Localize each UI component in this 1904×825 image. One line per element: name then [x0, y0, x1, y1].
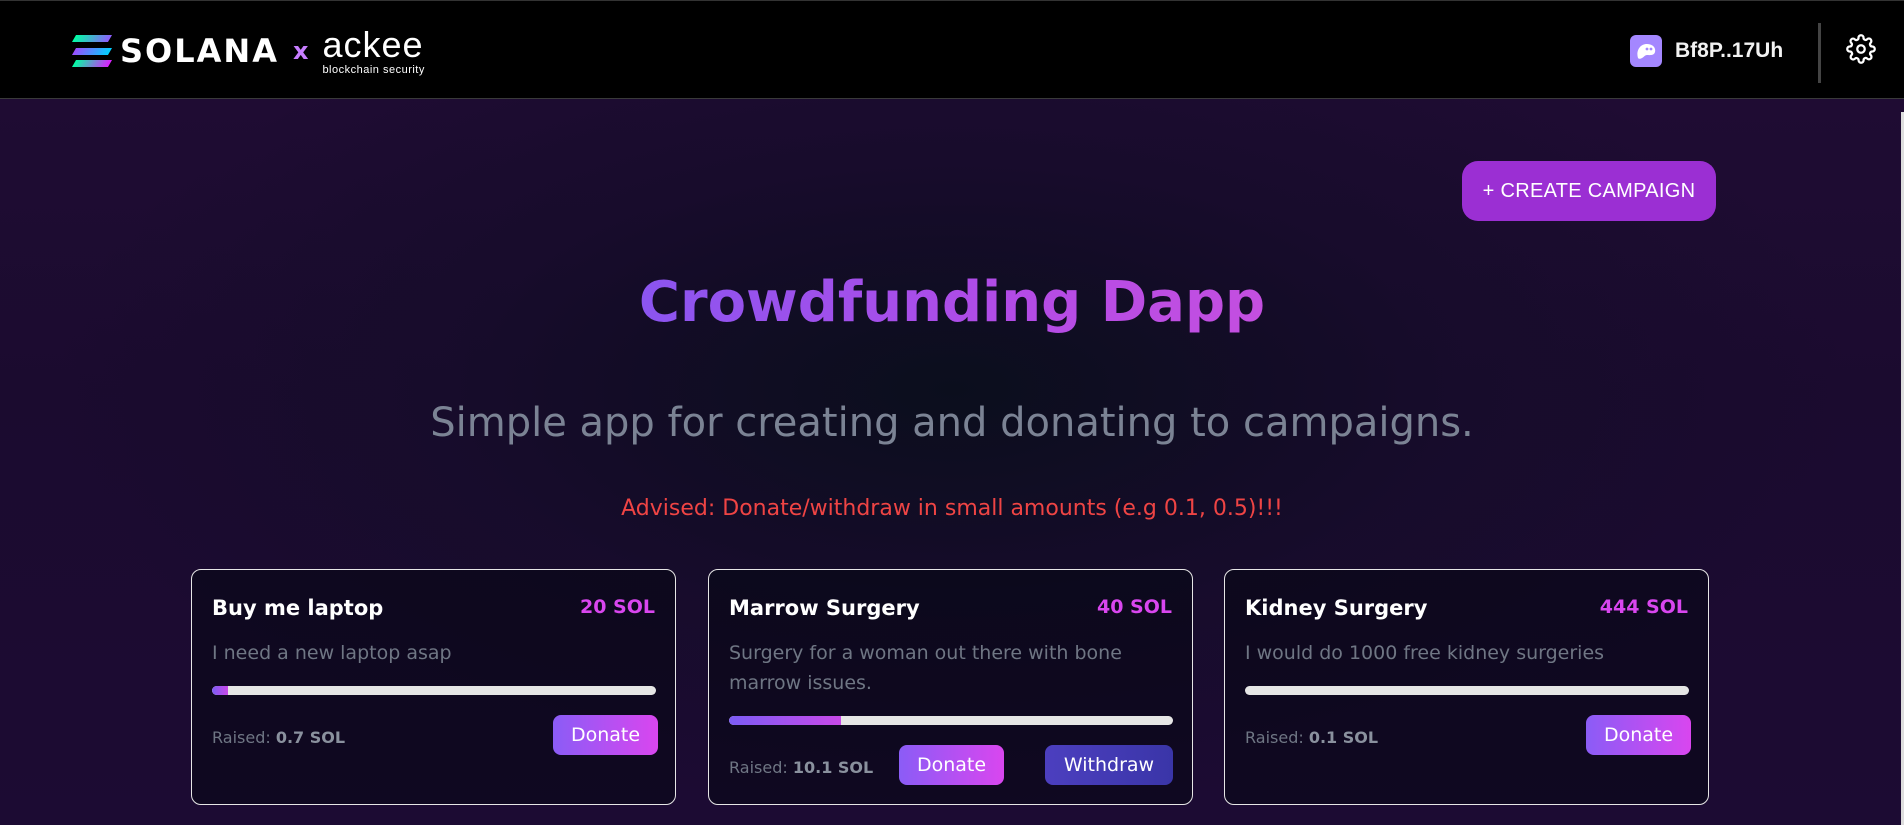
progress-bar: [1245, 686, 1689, 695]
progress-fill: [212, 686, 228, 695]
progress-bar: [729, 716, 1173, 725]
campaign-goal: 444 SOL: [1599, 596, 1688, 618]
campaign-name: Buy me laptop: [212, 596, 384, 620]
withdraw-button[interactable]: Withdraw: [1045, 745, 1173, 785]
ghost-wallet-icon: [1630, 35, 1662, 67]
campaign-name: Marrow Surgery: [729, 596, 920, 620]
ackee-tagline: blockchain security: [322, 63, 425, 76]
wallet-address: Bf8P..17Uh: [1675, 39, 1784, 62]
page-title-text: Crowdfunding Dapp: [638, 270, 1266, 335]
wallet-button[interactable]: Bf8P..17Uh: [1630, 35, 1783, 67]
page-subtitle: Simple app for creating and donating to …: [430, 400, 1474, 446]
raised-amount: Raised: 0.7 SOL: [212, 728, 345, 747]
page-title: Crowdfunding Dapp: [0, 270, 1904, 335]
raised-value: 0.1 SOL: [1308, 728, 1379, 747]
campaign-description: Surgery for a woman out there with bone …: [729, 642, 1122, 694]
raised-value: 0.7 SOL: [275, 728, 346, 747]
ackee-logo: ackee blockchain security: [322, 23, 425, 76]
brand-separator: x: [292, 37, 309, 65]
progress-bar: [212, 686, 656, 695]
raised-label: Raised:: [1245, 728, 1304, 747]
raised-amount: Raised: 10.1 SOL: [729, 758, 873, 777]
header-divider: [1818, 23, 1821, 83]
brand-logo[interactable]: SOLANA x ackee blockchain security: [71, 26, 425, 75]
gear-icon[interactable]: [1846, 34, 1876, 64]
top-header: SOLANA x ackee blockchain security Bf8P.…: [0, 0, 1904, 99]
campaign-goal: 20 SOL: [580, 596, 655, 618]
create-campaign-button[interactable]: + CREATE CAMPAIGN: [1462, 161, 1716, 221]
donate-button[interactable]: Donate: [1586, 715, 1691, 755]
progress-fill: [729, 716, 842, 725]
donate-button[interactable]: Donate: [553, 715, 658, 755]
donate-button[interactable]: Donate: [899, 745, 1004, 785]
campaign-description: I would do 1000 free kidney surgeries: [1245, 642, 1605, 664]
solana-logo-icon: [71, 35, 113, 67]
campaign-card: Buy me laptop 20 SOL I need a new laptop…: [191, 569, 676, 805]
campaign-description: I need a new laptop asap: [212, 642, 452, 664]
raised-value: 10.1 SOL: [792, 758, 874, 777]
advisory-text: Advised: Donate/withdraw in small amount…: [621, 496, 1283, 521]
raised-amount: Raised: 0.1 SOL: [1245, 728, 1378, 747]
campaign-name: Kidney Surgery: [1245, 596, 1428, 620]
campaign-card: Marrow Surgery 40 SOL Surgery for a woma…: [708, 569, 1193, 805]
raised-label: Raised:: [729, 758, 788, 777]
campaign-card: Kidney Surgery 444 SOL I would do 1000 f…: [1224, 569, 1709, 805]
solana-wordmark: SOLANA: [120, 32, 279, 70]
raised-label: Raised:: [212, 728, 271, 747]
ackee-wordmark: ackee: [322, 23, 424, 65]
campaign-goal: 40 SOL: [1097, 596, 1172, 618]
